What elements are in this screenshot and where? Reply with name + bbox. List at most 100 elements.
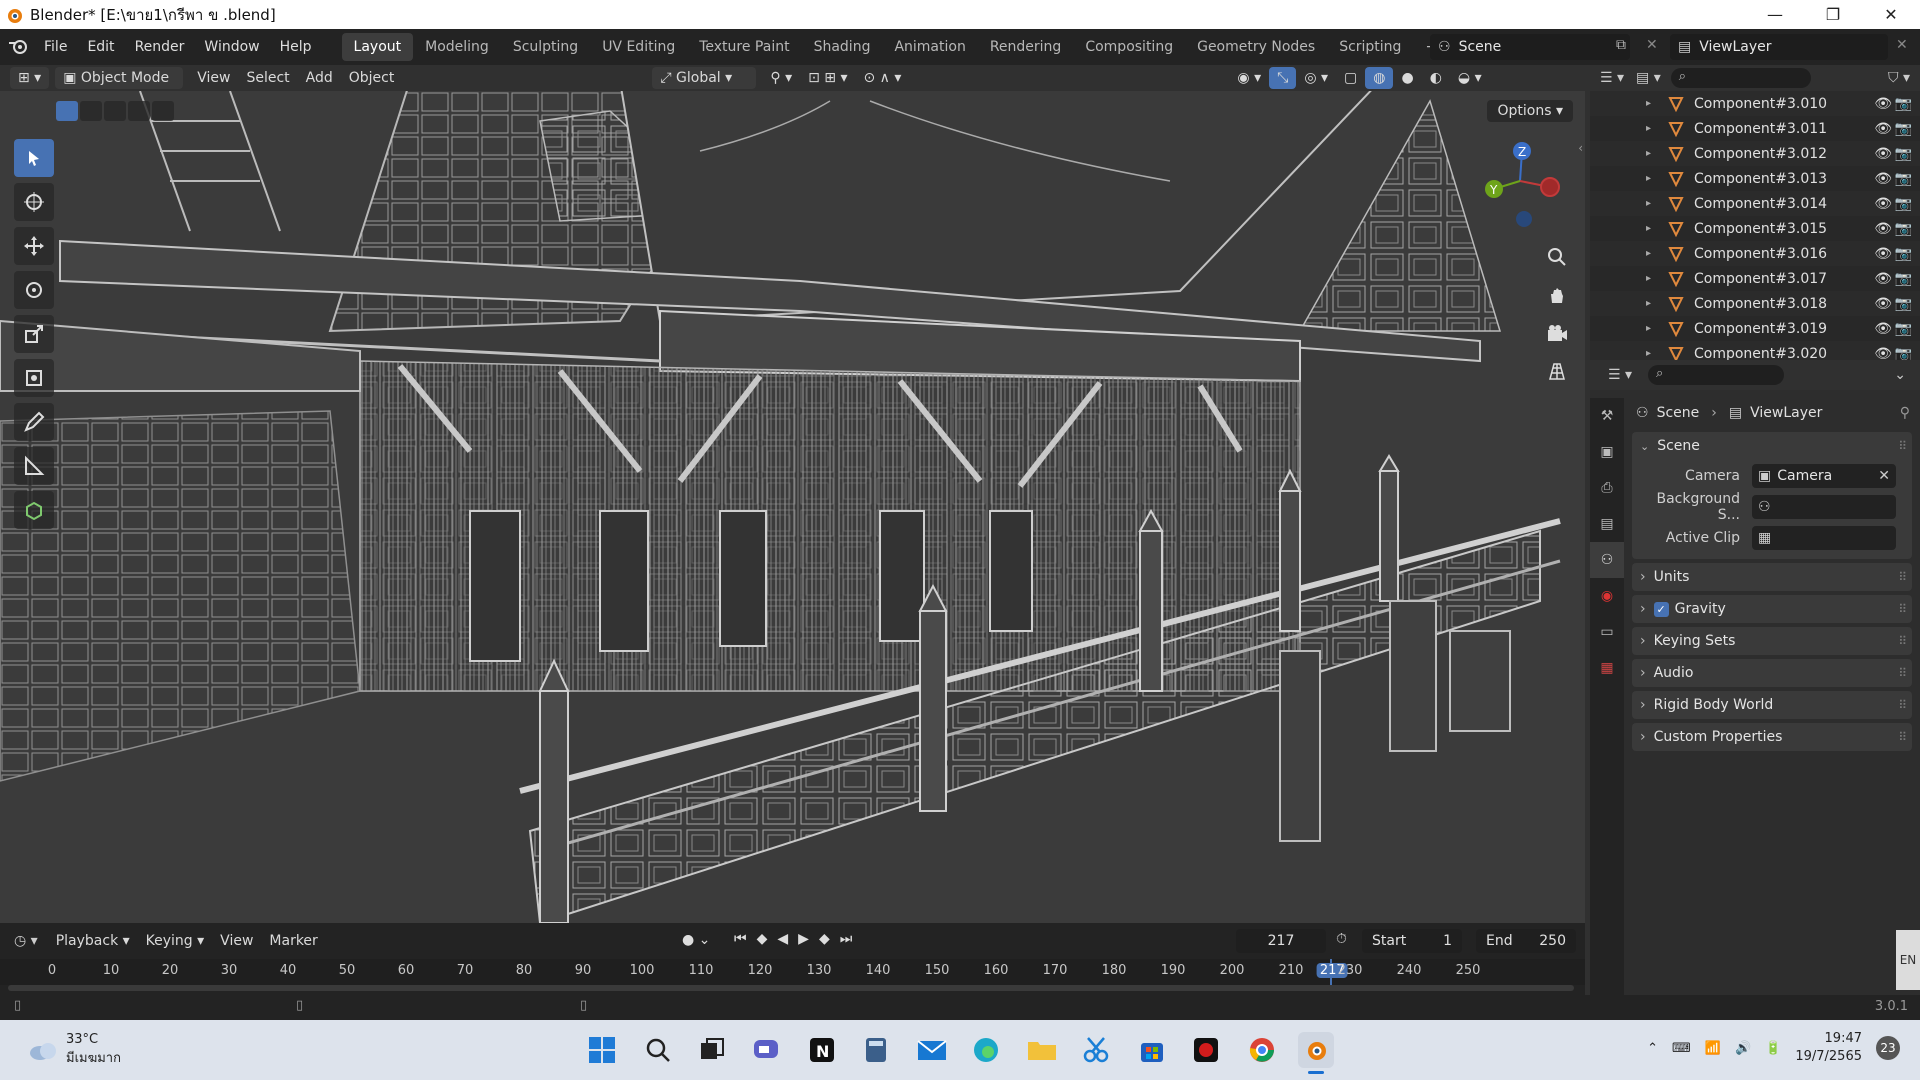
expand-arrow-icon[interactable]: ▸ <box>1646 248 1660 259</box>
expand-arrow-icon[interactable]: ▸ <box>1646 223 1660 234</box>
overlays-icon[interactable]: ◎ ▾ <box>1296 67 1336 89</box>
tab-view-layer[interactable]: ▤ <box>1590 506 1624 542</box>
eye-icon[interactable]: 👁 <box>1874 221 1892 237</box>
wifi-icon[interactable]: 📶 <box>1705 1041 1721 1056</box>
navigation-gizmo[interactable]: Z Y <box>1480 137 1560 227</box>
tab-output[interactable]: ⎙ <box>1590 470 1624 506</box>
pivot-icon[interactable]: ⚲ ▾ <box>762 67 800 89</box>
snap-icon[interactable]: ⊡ ⊞ ▾ <box>800 67 855 89</box>
eye-icon[interactable]: 👁 <box>1874 171 1892 187</box>
timeline-editor-type-icon[interactable]: ◷ ▾ <box>14 933 38 949</box>
expand-arrow-icon[interactable]: ▸ <box>1646 348 1660 359</box>
eye-icon[interactable]: 👁 <box>1874 296 1892 312</box>
expand-arrow-icon[interactable]: ▸ <box>1646 273 1660 284</box>
filter-icon[interactable]: ⛉ ▾ <box>1888 70 1910 86</box>
menu-edit[interactable]: Edit <box>77 29 124 65</box>
camera-field[interactable]: ▣ Camera ✕ <box>1752 463 1896 488</box>
start-frame-field[interactable]: Start 1 <box>1362 929 1462 953</box>
notification-badge[interactable]: 23 <box>1876 1036 1900 1060</box>
tab-scene[interactable]: ⚇ <box>1590 542 1624 578</box>
menu-window[interactable]: Window <box>194 29 269 65</box>
custom-properties-panel[interactable]: › Custom Properties ⠿ <box>1632 723 1912 751</box>
menu-select[interactable]: Select <box>238 67 297 89</box>
render-camera-icon[interactable]: 📷 <box>1895 271 1912 287</box>
editor-type-dropdown[interactable]: ⊞ ▾ <box>10 67 50 89</box>
pan-hand-icon[interactable] <box>1541 279 1573 311</box>
properties-editor-type-icon[interactable]: ☰ ▾ <box>1608 367 1632 383</box>
tab-animation[interactable]: Animation <box>882 33 977 61</box>
select-subtract-icon[interactable] <box>104 101 126 121</box>
scale-tool[interactable] <box>14 315 54 353</box>
outliner-search-input[interactable]: ⌕ <box>1670 68 1811 88</box>
jump-end-icon[interactable]: ⏭ <box>840 931 853 947</box>
list-item[interactable]: ▸ Component#3.013 👁 📷 <box>1590 166 1920 191</box>
gizmo-toggle-icon[interactable]: ⤡ <box>1269 67 1297 89</box>
tab-modeling[interactable]: Modeling <box>413 33 501 61</box>
select-box-tool[interactable] <box>14 139 54 177</box>
snipping-tool-app[interactable] <box>1078 1032 1114 1068</box>
render-camera-icon[interactable]: 📷 <box>1895 121 1912 137</box>
render-camera-icon[interactable]: 📷 <box>1895 246 1912 262</box>
task-view-button[interactable] <box>694 1032 730 1068</box>
list-item[interactable]: ▸ Component#3.010 👁 📷 <box>1590 91 1920 116</box>
current-frame-field[interactable]: 217 <box>1236 929 1326 953</box>
stopwatch-icon[interactable]: ⏱ <box>1336 931 1347 947</box>
eye-icon[interactable]: 👁 <box>1874 121 1892 137</box>
list-item[interactable]: ▸ Component#3.018 👁 📷 <box>1590 291 1920 316</box>
options-dropdown[interactable]: Options ▾ <box>1487 100 1573 122</box>
timeline-view-menu[interactable]: View <box>212 930 261 952</box>
list-item[interactable]: ▸ Component#3.014 👁 📷 <box>1590 191 1920 216</box>
render-camera-icon[interactable]: 📷 <box>1895 196 1912 212</box>
keying-menu[interactable]: Keying ▾ <box>138 930 213 952</box>
chat-button[interactable] <box>748 1032 784 1068</box>
eye-icon[interactable]: 👁 <box>1874 96 1892 112</box>
drag-handle-icon[interactable]: ⠿ <box>1898 698 1907 712</box>
tab-texture-paint[interactable]: Texture Paint <box>687 33 801 61</box>
expand-arrow-icon[interactable]: ▸ <box>1646 298 1660 309</box>
mail-app[interactable] <box>914 1032 950 1068</box>
blender-app[interactable] <box>1298 1032 1334 1074</box>
close-button[interactable]: ✕ <box>1862 0 1920 29</box>
jump-start-icon[interactable]: ⏮ <box>734 931 747 947</box>
play-icon[interactable]: ▶ <box>798 931 809 947</box>
drag-handle-icon[interactable]: ⠿ <box>1898 439 1907 453</box>
list-item[interactable]: ▸ Component#3.015 👁 📷 <box>1590 216 1920 241</box>
mode-dropdown[interactable]: ▣ Object Mode ▾ <box>55 67 184 108</box>
clock[interactable]: 19:47 19/7/2565 <box>1795 1030 1862 1066</box>
app-red-icon-app[interactable] <box>1188 1032 1224 1068</box>
tab-rendering[interactable]: Rendering <box>978 33 1074 61</box>
tab-world[interactable]: ◉ <box>1590 578 1624 614</box>
menu-view[interactable]: View <box>189 67 238 89</box>
record-icon[interactable]: ● ⌄ <box>682 932 710 948</box>
tab-render[interactable]: ▣ <box>1590 434 1624 470</box>
blender-menu-icon[interactable] <box>0 29 34 65</box>
drag-handle-icon[interactable]: ⠿ <box>1898 730 1907 744</box>
notion-app[interactable]: N <box>804 1032 840 1068</box>
gravity-panel[interactable]: › ✓ Gravity ⠿ <box>1632 595 1912 623</box>
drag-handle-icon[interactable]: ⠿ <box>1898 634 1907 648</box>
select-extend-icon[interactable] <box>80 101 102 121</box>
annotate-tool[interactable] <box>14 403 54 441</box>
drag-handle-icon[interactable]: ⠿ <box>1898 666 1907 680</box>
wireframe-shading-icon[interactable]: ◍ <box>1365 67 1394 89</box>
end-frame-field[interactable]: End 250 <box>1476 929 1576 953</box>
tab-sculpting[interactable]: Sculpting <box>501 33 590 61</box>
menu-file[interactable]: File <box>34 29 77 65</box>
scene-panel-header[interactable]: ⌄ Scene ⠿ <box>1632 432 1912 460</box>
select-invert-icon[interactable] <box>128 101 150 121</box>
view-layer-selector[interactable]: ▤ ViewLayer <box>1670 34 1888 60</box>
next-keyframe-icon[interactable]: ◆ <box>819 931 830 947</box>
transform-tool[interactable] <box>14 359 54 397</box>
list-item[interactable]: ▸ Component#3.016 👁 📷 <box>1590 241 1920 266</box>
prev-keyframe-icon[interactable]: ◆ <box>757 931 768 947</box>
clear-camera-icon[interactable]: ✕ <box>1878 468 1890 484</box>
background-scene-field[interactable]: ⚇ <box>1752 494 1896 519</box>
proportional-edit-icon[interactable]: ⊙ ∧ ▾ <box>856 67 910 89</box>
add-cube-tool[interactable] <box>14 491 54 529</box>
xray-icon[interactable]: ▢ <box>1336 67 1365 89</box>
outliner-editor-type-icon[interactable]: ☰ ▾ <box>1600 70 1624 86</box>
solid-shading-icon[interactable]: ● <box>1393 67 1421 89</box>
calculator-app[interactable] <box>858 1032 894 1068</box>
expand-arrow-icon[interactable]: ▸ <box>1646 123 1660 134</box>
eye-icon[interactable]: 👁 <box>1874 321 1892 337</box>
